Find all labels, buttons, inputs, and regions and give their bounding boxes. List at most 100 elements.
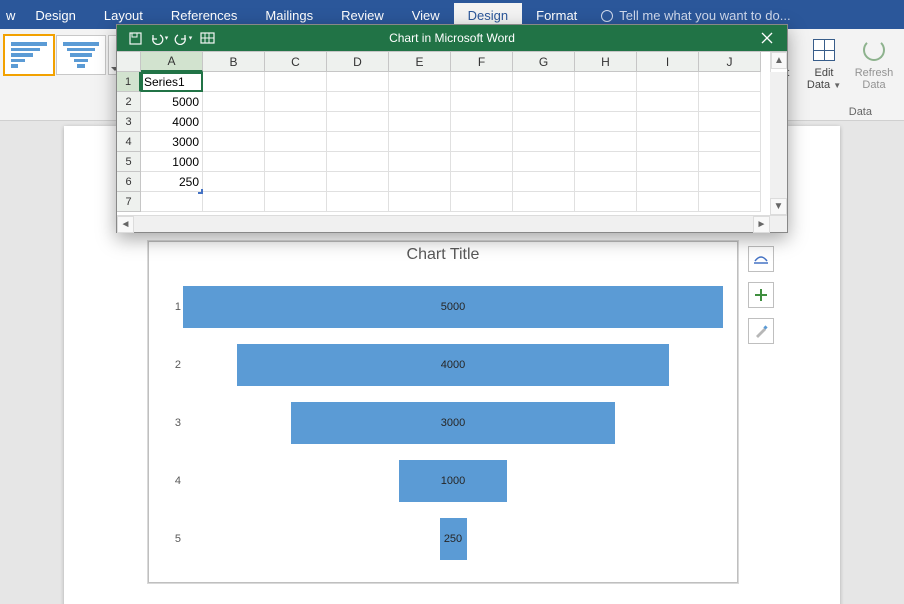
- cell[interactable]: [203, 172, 265, 192]
- horizontal-scrollbar[interactable]: ◄ ►: [117, 215, 787, 232]
- cell[interactable]: [265, 152, 327, 172]
- cell[interactable]: [265, 192, 327, 212]
- column-header[interactable]: D: [327, 52, 389, 72]
- row-header[interactable]: 7: [117, 192, 141, 212]
- column-header[interactable]: E: [389, 52, 451, 72]
- cell[interactable]: [513, 92, 575, 112]
- column-header[interactable]: J: [699, 52, 761, 72]
- cell[interactable]: [389, 72, 451, 92]
- cell[interactable]: [699, 92, 761, 112]
- cell[interactable]: [637, 172, 699, 192]
- cell[interactable]: [575, 132, 637, 152]
- cell[interactable]: [203, 152, 265, 172]
- column-header[interactable]: C: [265, 52, 327, 72]
- cell[interactable]: [637, 72, 699, 92]
- layout-options-button[interactable]: [748, 246, 774, 272]
- cell[interactable]: [389, 112, 451, 132]
- cell[interactable]: [451, 152, 513, 172]
- cell[interactable]: [451, 92, 513, 112]
- chart-plot-area[interactable]: 150002400033000410005250: [163, 278, 723, 568]
- cell[interactable]: [327, 172, 389, 192]
- cell[interactable]: [203, 112, 265, 132]
- cell[interactable]: [637, 132, 699, 152]
- cell[interactable]: [327, 72, 389, 92]
- chart-title[interactable]: Chart Title: [149, 246, 737, 264]
- cell[interactable]: [699, 112, 761, 132]
- cell[interactable]: [575, 92, 637, 112]
- cell[interactable]: [513, 132, 575, 152]
- cell[interactable]: 3000: [141, 132, 203, 152]
- row-header[interactable]: 2: [117, 92, 141, 112]
- ribbon-tab-design[interactable]: Design: [21, 3, 89, 29]
- cell[interactable]: [265, 92, 327, 112]
- cell[interactable]: [575, 192, 637, 212]
- edit-in-excel-button[interactable]: [197, 28, 217, 48]
- cell[interactable]: [637, 112, 699, 132]
- scroll-left-button[interactable]: ◄: [117, 216, 134, 233]
- cell[interactable]: [451, 192, 513, 212]
- cell[interactable]: [327, 192, 389, 212]
- cell[interactable]: [637, 152, 699, 172]
- cell[interactable]: [699, 152, 761, 172]
- cell[interactable]: 5000: [141, 92, 203, 112]
- scroll-up-button[interactable]: ▲: [771, 52, 787, 69]
- cell[interactable]: [699, 192, 761, 212]
- excel-titlebar[interactable]: ▾ ▾ Chart in Microsoft Word: [117, 25, 787, 51]
- cell[interactable]: [389, 192, 451, 212]
- scroll-right-button[interactable]: ►: [753, 216, 770, 233]
- edit-data-button[interactable]: Edit Data ▼: [802, 35, 846, 91]
- refresh-data-button[interactable]: Refresh Data: [852, 35, 896, 91]
- cell[interactable]: [327, 132, 389, 152]
- cell[interactable]: [513, 112, 575, 132]
- cell[interactable]: [637, 192, 699, 212]
- row-header[interactable]: 4: [117, 132, 141, 152]
- chart-elements-button[interactable]: [748, 282, 774, 308]
- column-header[interactable]: G: [513, 52, 575, 72]
- cell[interactable]: [203, 72, 265, 92]
- vertical-scrollbar[interactable]: ▼: [770, 72, 787, 215]
- column-header[interactable]: B: [203, 52, 265, 72]
- cell[interactable]: [203, 92, 265, 112]
- data-range-handle[interactable]: [198, 189, 203, 194]
- chart-style-thumb[interactable]: [56, 35, 106, 75]
- select-all-corner[interactable]: [117, 52, 141, 72]
- close-button[interactable]: [747, 25, 787, 51]
- chart-styles-button[interactable]: [748, 318, 774, 344]
- cell[interactable]: [575, 172, 637, 192]
- cell[interactable]: [327, 112, 389, 132]
- scroll-down-button[interactable]: ▼: [770, 198, 787, 215]
- save-button[interactable]: [125, 28, 145, 48]
- cell[interactable]: [327, 152, 389, 172]
- chart-bar[interactable]: 1000: [399, 460, 507, 502]
- cell[interactable]: [451, 112, 513, 132]
- ribbon-tab-partial[interactable]: w: [0, 3, 21, 29]
- row-header[interactable]: 3: [117, 112, 141, 132]
- vertical-scrollbar[interactable]: ▲: [770, 52, 787, 72]
- cell[interactable]: [699, 172, 761, 192]
- cell[interactable]: [451, 172, 513, 192]
- chart-bar[interactable]: 250: [440, 518, 467, 560]
- cell[interactable]: [637, 92, 699, 112]
- cell[interactable]: [513, 192, 575, 212]
- cell[interactable]: [513, 72, 575, 92]
- chart-bar[interactable]: 3000: [291, 402, 615, 444]
- cell[interactable]: [265, 172, 327, 192]
- cell[interactable]: [389, 152, 451, 172]
- cell[interactable]: [265, 132, 327, 152]
- cell[interactable]: [575, 112, 637, 132]
- cell[interactable]: [141, 192, 203, 212]
- cell[interactable]: [203, 192, 265, 212]
- column-header[interactable]: A: [141, 52, 203, 72]
- cell[interactable]: [327, 92, 389, 112]
- cell[interactable]: [699, 132, 761, 152]
- cell[interactable]: [265, 72, 327, 92]
- cell[interactable]: 250: [141, 172, 203, 192]
- column-header[interactable]: H: [575, 52, 637, 72]
- column-header[interactable]: I: [637, 52, 699, 72]
- undo-button[interactable]: ▾: [149, 28, 169, 48]
- cell[interactable]: [513, 152, 575, 172]
- cell[interactable]: [575, 152, 637, 172]
- cell[interactable]: [389, 172, 451, 192]
- row-header[interactable]: 5: [117, 152, 141, 172]
- chart-bar[interactable]: 4000: [237, 344, 669, 386]
